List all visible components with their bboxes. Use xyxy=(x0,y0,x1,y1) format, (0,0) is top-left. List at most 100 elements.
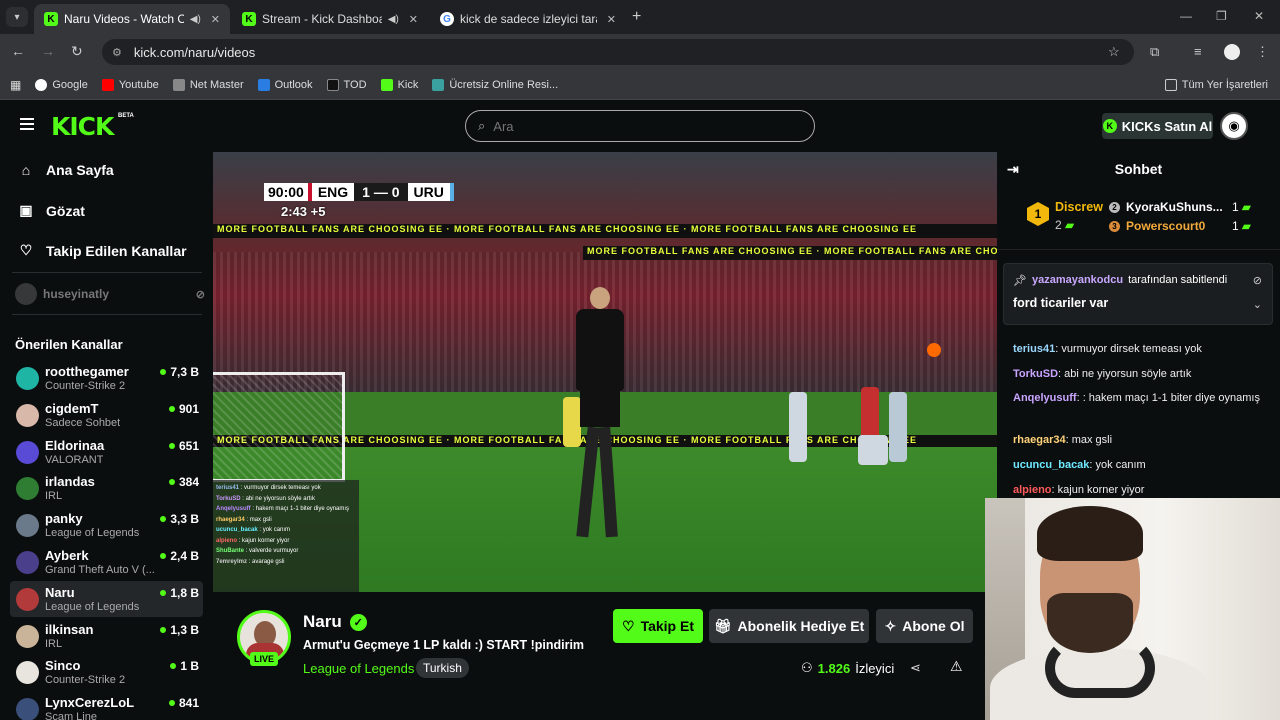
viewer-count: 651 xyxy=(178,438,199,453)
address-bar[interactable]: ⚙ kick.com/naru/videos xyxy=(102,39,1134,65)
team-home: ENG xyxy=(307,183,355,201)
hide-pin-icon[interactable]: ⊘ xyxy=(1253,274,1262,287)
chat-user: ShuBante xyxy=(216,548,245,554)
nav-label: Takip Edilen Kanallar xyxy=(46,242,187,259)
chat-user: ucuncu_bacak xyxy=(216,527,258,533)
maximize-icon[interactable]: ❐ xyxy=(1216,9,1227,23)
gift-icon: ▰ xyxy=(1241,200,1251,214)
chevron-down-icon[interactable]: ⌄ xyxy=(1253,298,1262,311)
channel-item[interactable]: rootthegamer Counter-Strike 2 7,3 B xyxy=(10,360,203,396)
gifter-name: Powerscourt0 xyxy=(1126,219,1206,233)
chat-username[interactable]: alpieno xyxy=(1013,484,1052,496)
channel-category: VALORANT xyxy=(45,453,104,466)
all-bookmarks[interactable]: Tüm Yer İşaretleri xyxy=(1164,78,1268,91)
bookmark-kick[interactable]: Kick xyxy=(380,78,418,91)
apps-grid-icon[interactable]: ▦ xyxy=(10,78,21,92)
media-control-icon[interactable]: ≡ xyxy=(1194,44,1202,59)
kick-header: KICK BETA ⌕ K KICKs Satın Al ◉ xyxy=(0,100,1280,152)
chat-username[interactable]: rhaegar34 xyxy=(1013,434,1066,446)
language-tag[interactable]: Turkish xyxy=(416,658,469,678)
search-bar[interactable]: ⌕ xyxy=(465,110,815,142)
minimize-icon[interactable]: — xyxy=(1180,9,1192,23)
channel-category: IRL xyxy=(45,637,63,650)
team-away: URU xyxy=(407,183,454,201)
pinned-message[interactable]: 📌︎ yazamayankodcu tarafından sabitlendi … xyxy=(1003,263,1273,325)
avatar xyxy=(16,624,39,648)
buy-kicks-button[interactable]: K KICKs Satın Al xyxy=(1102,113,1213,139)
recommended-title: Önerilen Kanallar xyxy=(15,337,123,352)
bookmark-online-resim[interactable]: Ücretsiz Online Resi... xyxy=(432,78,558,91)
gift-sub-button[interactable]: 🎁︎ Abonelik Hediye Et xyxy=(709,609,869,643)
nav-home[interactable]: ⌂ Ana Sayfa xyxy=(18,162,114,178)
video-player[interactable]: MORE FOOTBALL FANS ARE CHOOSING EE · MOR… xyxy=(213,152,997,592)
top-gifter-name[interactable]: Discrew xyxy=(1055,200,1103,214)
overlay-chat-line: terius41 : vurmuyor dirsek temeası yok xyxy=(216,485,321,491)
channel-item[interactable]: ilkinsan IRL 1,3 B xyxy=(10,618,203,654)
bookmark-outlook[interactable]: Outlook xyxy=(257,78,313,91)
reload-icon[interactable]: ↻ xyxy=(71,43,83,60)
chat-text: valverde vurmuyor xyxy=(249,548,299,554)
pinned-by-user[interactable]: yazamayankodcu xyxy=(1032,274,1123,287)
nav-browse[interactable]: ▣ Gözat xyxy=(18,202,85,219)
channel-item[interactable]: Eldorinaa VALORANT 651 xyxy=(10,434,203,470)
browser-tab[interactable]: K Stream - Kick Dashboard ◀) ✕ xyxy=(232,4,428,34)
speaker-icon[interactable]: ◀) xyxy=(388,14,399,25)
followed-channel[interactable]: huseyinatly ⊘ xyxy=(15,283,205,305)
channel-category: Counter-Strike 2 xyxy=(45,380,126,392)
bookmark-google[interactable]: Google xyxy=(35,78,88,91)
bookmark-youtube[interactable]: Youtube xyxy=(101,78,159,91)
user-avatar[interactable]: ◉ xyxy=(1220,112,1248,140)
streamer-name[interactable]: Naru ✓ xyxy=(303,612,367,632)
gifter-row[interactable]: 3 Powerscourt0 xyxy=(1109,219,1205,233)
collapse-chat-icon[interactable]: ⇥ xyxy=(1007,161,1019,178)
extensions-icon[interactable]: ⧉ xyxy=(1150,44,1159,60)
bookmark-netmaster[interactable]: Net Master xyxy=(172,78,244,91)
gifter-row[interactable]: 2 KyoraKuShuns... xyxy=(1109,200,1223,214)
chat-username[interactable]: ucuncu_bacak xyxy=(1013,459,1089,471)
cam-hair xyxy=(1037,506,1143,561)
nav-following[interactable]: ♡ Takip Edilen Kanallar xyxy=(18,242,187,259)
chat-username[interactable]: Anqelyusuff xyxy=(1013,392,1077,404)
forward-icon[interactable]: → xyxy=(41,43,55,59)
channel-item[interactable]: Ayberk Grand Theft Auto V (... 2,4 B xyxy=(10,544,203,580)
chat-user: 7emreylmz xyxy=(216,558,248,565)
browser-tab-active[interactable]: K Naru Videos - Watch On-De ◀) ✕ xyxy=(34,4,230,34)
back-icon[interactable]: ← xyxy=(11,43,25,59)
live-badge: LIVE xyxy=(250,652,278,666)
subscribe-button[interactable]: ✧ Abone Ol xyxy=(876,609,973,643)
kick-logo[interactable]: KICK xyxy=(51,112,114,141)
top-gifter-count: 2 ▰ xyxy=(1055,218,1074,232)
close-tab-icon[interactable]: ✕ xyxy=(607,13,616,26)
report-icon[interactable]: ⚠ xyxy=(950,658,963,675)
site-info-icon[interactable]: ⚙ xyxy=(112,46,122,59)
follow-button[interactable]: ♡ Takip Et xyxy=(613,609,703,643)
browser-tab[interactable]: G kick de sadece izleyici tarafında ✕ xyxy=(430,4,626,34)
chat-username[interactable]: TorkuSD xyxy=(1013,368,1058,380)
close-tab-icon[interactable]: ✕ xyxy=(409,13,418,26)
new-tab-icon[interactable]: + xyxy=(632,8,641,26)
tab-search-button[interactable]: ▾ xyxy=(6,7,28,27)
search-input[interactable] xyxy=(493,118,794,134)
overlay-chat-line: Anqelyusuff : hakem maçı 1-1 biter diye … xyxy=(216,506,350,512)
channel-item[interactable]: Naru League of Legends 1,8 B xyxy=(10,580,203,617)
channel-item[interactable]: cigdemT Sadece Sohbet 901 xyxy=(10,397,203,433)
follow-label: Takip Et xyxy=(640,618,694,634)
channel-item[interactable]: Sinco Counter-Strike 2 1 B xyxy=(10,654,203,690)
browser-menu-icon[interactable]: ⋮ xyxy=(1256,44,1269,60)
tab-title: Stream - Kick Dashboard xyxy=(262,12,382,26)
channel-item[interactable]: LynxCerezLoL Scam Line 841 xyxy=(10,691,203,720)
profile-avatar-icon[interactable] xyxy=(1224,44,1240,60)
bookmark-star-icon[interactable]: ☆ xyxy=(1108,44,1120,60)
stream-category[interactable]: League of Legends xyxy=(303,661,414,676)
channel-item[interactable]: panky League of Legends 3,3 B xyxy=(10,507,203,543)
viewer-count: 841 xyxy=(178,696,199,711)
close-window-icon[interactable]: ✕ xyxy=(1254,9,1264,23)
outlook-icon xyxy=(257,78,270,91)
bookmark-tod[interactable]: TOD xyxy=(326,78,367,91)
close-tab-icon[interactable]: ✕ xyxy=(211,13,220,26)
channel-item[interactable]: irlandas IRL 384 xyxy=(10,470,203,506)
menu-icon[interactable] xyxy=(20,118,34,130)
chat-username[interactable]: terius41 xyxy=(1013,343,1055,355)
speaker-icon[interactable]: ◀) xyxy=(190,14,201,25)
share-icon[interactable]: ⋖ xyxy=(910,660,921,676)
